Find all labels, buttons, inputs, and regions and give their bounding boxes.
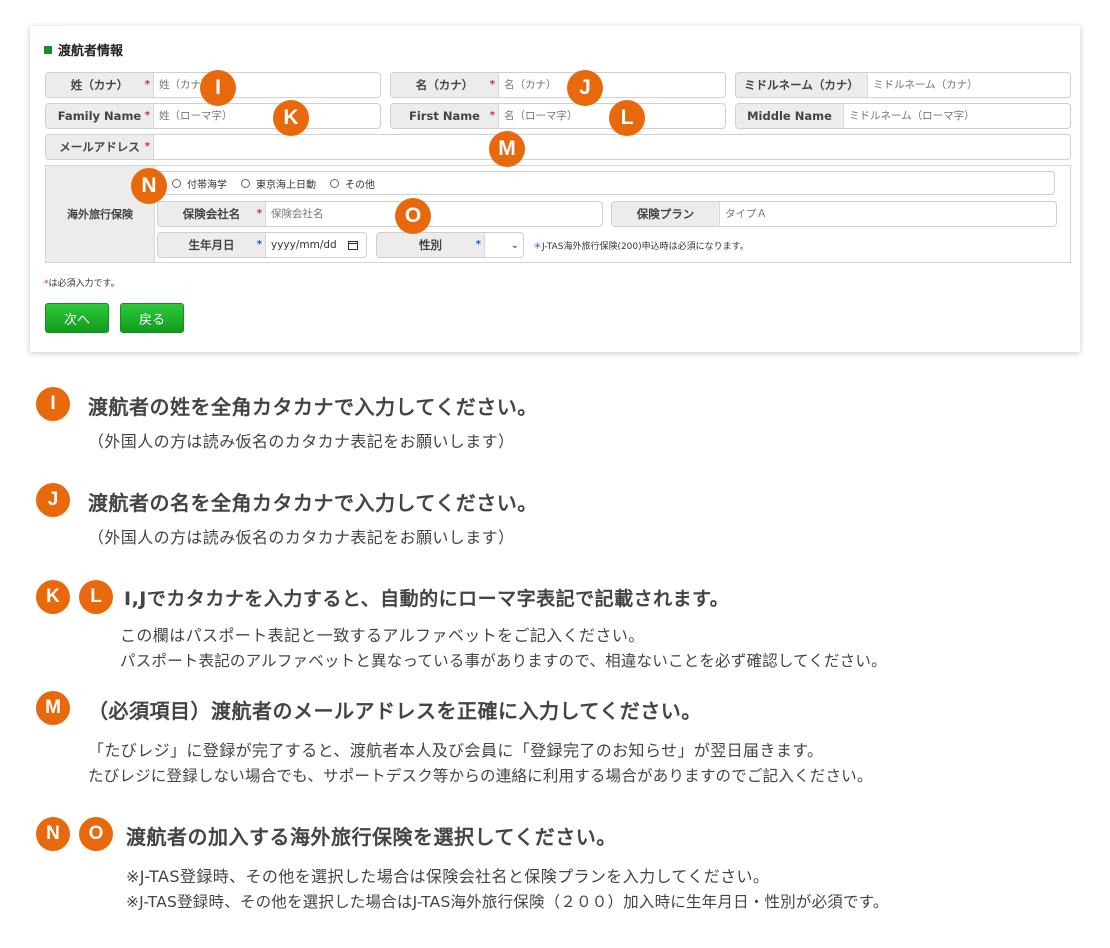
- last-name-kana-label: 姓（カナ） *: [46, 73, 154, 97]
- jtas-note: ＊J-TAS海外旅行保険(200)申込時は必須になります。: [533, 242, 749, 252]
- required-mark: *: [256, 239, 262, 250]
- explanation-no-line-2: ※J-TAS登録時、その他を選択した場合はJ-TAS海外旅行保険（２００）加入時…: [126, 893, 889, 911]
- last-name-kana-input[interactable]: [154, 73, 380, 97]
- required-mark: *: [489, 79, 495, 90]
- insurance-option-other[interactable]: その他: [330, 176, 375, 191]
- middle-name-input[interactable]: [844, 104, 1070, 128]
- required-mark: *: [144, 79, 150, 90]
- explanation-kl-heading: I,Jでカタカナを入力すると、自動的にローマ字表記で記載されます。: [124, 588, 730, 610]
- required-mark: ＊: [533, 242, 543, 252]
- next-button[interactable]: 次へ: [45, 303, 109, 333]
- section-title-text: 渡航者情報: [58, 44, 124, 59]
- explanation-j-line: （外国人の方は読み仮名のカタカナ表記をお願いします）: [88, 528, 515, 547]
- badge-n: N: [36, 817, 70, 851]
- middle-name-label: Middle Name: [736, 104, 844, 128]
- marker-j: J: [567, 70, 603, 106]
- badge-k: K: [36, 580, 70, 614]
- birthdate-field: 生年月日 * yyyy/mm/dd: [157, 232, 367, 258]
- radio-icon: [330, 178, 339, 188]
- chevron-down-icon: ⌄: [510, 239, 519, 251]
- insurance-plan-field: 保険プラン: [611, 201, 1057, 227]
- required-mark: *: [475, 239, 481, 250]
- birthdate-label: 生年月日 *: [158, 233, 266, 257]
- insurance-company-label: 保険会社名 *: [158, 202, 266, 226]
- marker-o: O: [395, 198, 431, 234]
- email-field: メールアドレス *: [45, 134, 1071, 160]
- explanation-kl-line-1: この欄はパスポート表記と一致するアルファベットをご記入ください。: [120, 626, 645, 645]
- marker-n: N: [131, 168, 167, 204]
- required-mark: *: [144, 141, 150, 152]
- calendar-icon[interactable]: [348, 240, 358, 250]
- family-name-label: Family Name *: [46, 104, 154, 128]
- explanation-kl-line-2: パスポート表記のアルファベットと異なっている事がありますので、相違ないことを必ず…: [120, 652, 887, 670]
- explanation-i-line: （外国人の方は読み仮名のカタカナ表記をお願いします）: [88, 432, 515, 451]
- section-square-icon: [44, 46, 52, 54]
- insurance-plan-input[interactable]: [720, 202, 1056, 226]
- marker-k: K: [273, 100, 309, 136]
- first-name-label: First Name *: [391, 104, 499, 128]
- marker-m: M: [489, 131, 525, 167]
- required-mark: *: [489, 110, 495, 121]
- required-mark: *: [144, 110, 150, 121]
- explanation-m-heading: （必須項目）渡航者のメールアドレスを正確に入力してください。: [88, 699, 702, 723]
- back-button[interactable]: 戻る: [120, 303, 184, 333]
- insurance-option-tokio[interactable]: 東京海上日動: [241, 176, 316, 191]
- birthdate-input[interactable]: yyyy/mm/dd: [266, 233, 366, 257]
- explanation-m-line-1: 「たびレジ」に登録が完了すると、渡航者本人及び会員に「登録完了のお知らせ」が翌日…: [88, 741, 824, 760]
- explanation-m-line-2: たびレジに登録しない場合でも、サポートデスク等からの連絡に利用する場合があります…: [88, 767, 873, 785]
- middle-name-kana-label: ミドルネーム（カナ）: [736, 73, 868, 97]
- first-name-kana-label: 名（カナ） *: [391, 73, 499, 97]
- insurance-option-futai[interactable]: 付帯海学: [172, 176, 227, 191]
- insurance-company-field: 保険会社名 *: [157, 201, 603, 227]
- family-name-input[interactable]: [154, 104, 380, 128]
- required-mark: *: [256, 208, 262, 219]
- gender-label: 性別 *: [377, 233, 485, 257]
- first-name-field: First Name *: [390, 103, 726, 129]
- badge-l: L: [79, 580, 113, 614]
- badge-m: M: [36, 691, 70, 725]
- insurance-company-input[interactable]: [266, 202, 602, 226]
- insurance-plan-label: 保険プラン: [612, 202, 720, 226]
- required-note: *は必須入力です。: [44, 279, 120, 289]
- family-name-field: Family Name *: [45, 103, 381, 129]
- explanation-no-line-1: ※J-TAS登録時、その他を選択した場合は保険会社名と保険プランを入力してくださ…: [126, 867, 770, 886]
- badge-j: J: [36, 483, 70, 517]
- section-title: 渡航者情報: [44, 40, 123, 59]
- middle-name-field: Middle Name: [735, 103, 1071, 129]
- first-name-kana-field: 名（カナ） *: [390, 72, 726, 98]
- explanation-no-heading: 渡航者の加入する海外旅行保険を選択してください。: [126, 825, 617, 849]
- badge-o: O: [79, 817, 113, 851]
- badge-i: I: [36, 387, 70, 421]
- marker-i: I: [200, 70, 236, 106]
- explanation-i-heading: 渡航者の姓を全角カタカナで入力してください。: [88, 395, 538, 419]
- radio-icon: [241, 178, 250, 188]
- explanation-j-heading: 渡航者の名を全角カタカナで入力してください。: [88, 491, 538, 515]
- marker-l: L: [609, 100, 645, 136]
- middle-name-kana-input[interactable]: [868, 73, 1070, 97]
- email-label: メールアドレス *: [46, 135, 154, 159]
- traveler-form-card: 渡航者情報 姓（カナ）* 名（カナ）* ミドルネーム（カナ） Family Na…: [30, 26, 1080, 352]
- insurance-options: 付帯海学 東京海上日動 その他: [157, 171, 1055, 195]
- gender-select[interactable]: ⌄: [485, 233, 523, 257]
- email-input[interactable]: [154, 135, 1070, 159]
- first-name-kana-input[interactable]: [499, 73, 725, 97]
- gender-field: 性別 * ⌄: [376, 232, 524, 258]
- middle-name-kana-field: ミドルネーム（カナ）: [735, 72, 1071, 98]
- radio-icon: [172, 178, 181, 188]
